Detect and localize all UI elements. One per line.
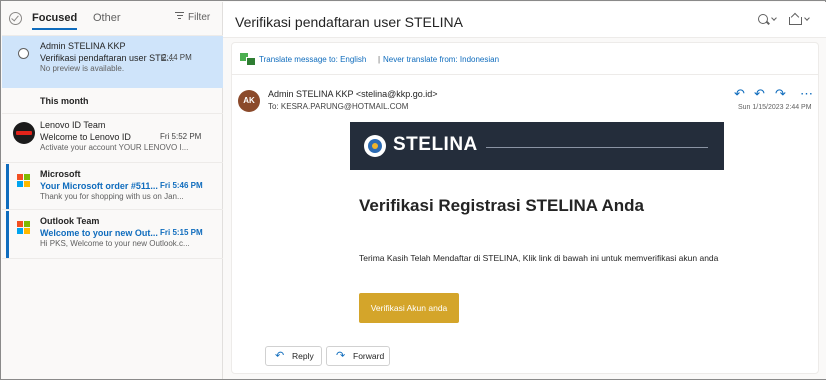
microsoft-logo-icon <box>17 174 31 188</box>
select-all-icon[interactable] <box>9 12 22 25</box>
message-list-toolbar: Focused Other Filter <box>2 2 223 36</box>
sender-address[interactable]: Admin STELINA KKP <stelina@kkp.go.id> <box>268 89 438 99</box>
verify-account-button[interactable]: Verifikasi Akun anda <box>359 293 459 323</box>
list-item-time: Fri 5:46 PM <box>160 181 203 190</box>
list-item-subject: Verifikasi pendaftaran user STE... <box>40 53 175 63</box>
forward-arrow-icon: ↷ <box>336 350 346 362</box>
filter-button[interactable]: Filter <box>175 12 210 23</box>
group-header: This month <box>2 88 223 114</box>
email-body-text: Terima Kasih Telah Mendaftar di STELINA,… <box>359 253 719 263</box>
list-item[interactable]: Outlook Team Welcome to your new Out... … <box>2 211 223 259</box>
avatar[interactable]: AK <box>238 90 260 112</box>
list-item-subject: Welcome to Lenovo ID <box>40 132 131 142</box>
list-item-time: 2:44 PM <box>162 53 192 62</box>
message-subject: Verifikasi pendaftaran user STELINA <box>235 14 464 30</box>
list-item-preview: Thank you for shopping with us on Jan... <box>40 192 184 201</box>
reply-icon[interactable]: ↶ <box>734 86 745 102</box>
list-item[interactable]: Lenovo ID Team Welcome to Lenovo ID Fri … <box>2 115 223 163</box>
translate-bar: Translate message to: English | Never tr… <box>232 43 818 75</box>
list-item-sender: Admin STELINA KKP <box>40 41 126 51</box>
banner-divider <box>486 147 708 148</box>
reading-pane: Verifikasi pendaftaran user STELINA Tran… <box>223 2 826 379</box>
zoom-icon[interactable] <box>758 13 778 27</box>
reply-button[interactable]: ↶ Reply <box>265 346 322 366</box>
forward-button[interactable]: ↷ Forward <box>326 346 390 366</box>
list-item-preview: No preview is available. <box>40 64 125 73</box>
outlook-window: Focused Other Filter Admin STELINA KKP V… <box>0 0 826 380</box>
translate-link[interactable]: Translate message to: English <box>259 55 366 64</box>
microsoft-logo-icon <box>17 221 31 235</box>
translate-separator: | <box>378 55 381 64</box>
list-item-time: Fri 5:15 PM <box>160 228 203 237</box>
tab-focused[interactable]: Focused <box>32 12 78 30</box>
message-card: Translate message to: English | Never tr… <box>231 42 819 374</box>
filter-label: Filter <box>188 12 211 23</box>
list-item-sender: Outlook Team <box>40 216 100 226</box>
email-banner: STELINA <box>350 122 724 170</box>
list-item-selected[interactable]: Admin STELINA KKP Verifikasi pendaftaran… <box>2 36 223 88</box>
list-item-sender: Lenovo ID Team <box>40 120 106 130</box>
reply-arrow-icon: ↶ <box>275 350 285 362</box>
reply-label: Reply <box>292 351 314 361</box>
tab-other[interactable]: Other <box>93 12 121 24</box>
email-heading: Verifikasi Registrasi STELINA Anda <box>359 196 644 215</box>
list-item-subject: Welcome to your new Out... <box>40 228 158 238</box>
forward-label: Forward <box>353 351 385 361</box>
list-item[interactable]: Microsoft Your Microsoft order #511... F… <box>2 164 223 210</box>
never-translate-link[interactable]: Never translate from: Indonesian <box>383 55 499 64</box>
stelina-logo-icon <box>364 135 386 157</box>
list-item-time: Fri 5:52 PM <box>160 132 202 141</box>
select-radio-icon[interactable] <box>18 48 29 59</box>
logo-text: STELINA <box>393 134 478 155</box>
group-header-label: This month <box>40 96 89 106</box>
list-item-sender: Microsoft <box>40 169 81 179</box>
translate-icon <box>240 53 256 66</box>
lenovo-logo-icon <box>13 122 35 144</box>
forward-icon[interactable]: ↷ <box>775 86 786 102</box>
list-item-preview: Hi PKS, Welcome to your new Outlook.c... <box>40 239 190 248</box>
more-actions-icon[interactable]: ⋯ <box>800 86 813 102</box>
immersive-reader-icon[interactable] <box>789 13 811 27</box>
recipient-address[interactable]: To: KESRA.PARUNG@HOTMAIL.COM <box>268 102 408 111</box>
list-item-subject: Your Microsoft order #511... <box>40 181 158 191</box>
filter-icon <box>175 12 184 19</box>
list-item-preview: Activate your account YOUR LENOVO I... <box>40 143 189 152</box>
subject-bar: Verifikasi pendaftaran user STELINA <box>223 2 826 38</box>
reply-all-icon[interactable]: ↶ <box>754 86 765 102</box>
message-date: Sun 1/15/2023 2:44 PM <box>738 104 812 111</box>
message-list-pane: Focused Other Filter Admin STELINA KKP V… <box>2 2 223 379</box>
